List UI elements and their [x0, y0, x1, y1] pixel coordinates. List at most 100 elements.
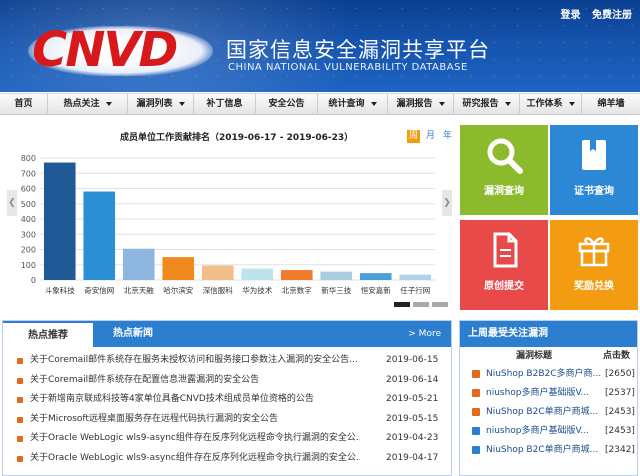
- tab-week[interactable]: 周: [407, 130, 420, 143]
- x-tick-label: 北京天融: [124, 285, 154, 295]
- vuln-title: NiuShop B2C单商户商城...: [486, 445, 599, 455]
- vuln-title: NiuShop B2B2C多商户商...: [486, 369, 602, 379]
- click-count: [2650]: [605, 369, 635, 379]
- chart-title: 成员单位工作贡献排名（2019-06-17 - 2019-06-23）: [120, 133, 354, 143]
- bar[interactable]: [201, 265, 234, 280]
- login-link[interactable]: 登录: [561, 10, 581, 21]
- nav-item-research[interactable]: 研究报告: [454, 94, 520, 115]
- tile-vuln-query[interactable]: 漏洞查询: [460, 125, 548, 215]
- chevron-down-icon: [438, 101, 445, 106]
- list-item[interactable]: 关于Coremail邮件系统存在服务未授权访问和服务接口参数注入漏洞的安全公告.…: [3, 351, 451, 371]
- click-count: [2453]: [605, 407, 635, 417]
- tile-label: 漏洞查询: [484, 186, 524, 197]
- chevron-down-icon: [105, 101, 112, 106]
- list-item[interactable]: 关于Oracle WebLogic wls9-async组件存在反序列化远程命令…: [3, 449, 451, 469]
- period-tabs: 周 月 年: [407, 130, 454, 143]
- bar[interactable]: [399, 274, 432, 280]
- x-tick-label: 恒安嘉新: [361, 285, 391, 295]
- nav-item-patch[interactable]: 补丁信息: [194, 94, 256, 115]
- table-row[interactable]: niushop多商户基础版V... [2453]: [460, 422, 637, 441]
- y-tick-label: 300: [21, 230, 36, 239]
- news-date: 2019-05-21: [386, 394, 439, 404]
- click-count: [2342]: [605, 445, 635, 455]
- bar[interactable]: [320, 271, 353, 280]
- bar[interactable]: [241, 268, 274, 280]
- news-date: 2019-05-15: [386, 413, 439, 424]
- y-tick-label: 500: [21, 200, 36, 209]
- news-list: 关于Coremail邮件系统存在服务未授权访问和服务接口参数注入漏洞的安全公告.…: [3, 351, 451, 468]
- site-title-en: CHINA NATIONAL VULNERABILITY DATABASE: [228, 62, 468, 73]
- news-date: 2019-04-17: [386, 452, 439, 463]
- tab-hot-recommend[interactable]: 热点推荐: [3, 321, 93, 347]
- more-link[interactable]: > More: [408, 321, 441, 347]
- bar[interactable]: [83, 191, 116, 280]
- tile-label: 证书查询: [574, 186, 614, 197]
- news-title: 关于Microsoft远程桌面服务存在远程代码执行漏洞的安全公告: [30, 413, 278, 424]
- bar[interactable]: [359, 273, 392, 280]
- nav-item-stats[interactable]: 统计查询: [318, 94, 388, 115]
- list-item[interactable]: 关于Coremail邮件系统存在配置信息泄露漏洞的安全公告 2019-06-14: [3, 371, 451, 391]
- cnvd-logo[interactable]: CNVD: [32, 24, 178, 76]
- register-link[interactable]: 免费注册: [592, 10, 632, 21]
- table-row[interactable]: NiuShop B2C单商户商城... [2342]: [460, 441, 637, 460]
- nav-item-sheep-wall[interactable]: 绵羊墙: [582, 94, 640, 115]
- list-item[interactable]: 关于Oracle WebLogic wls9-async组件存在反序列化远程命令…: [3, 429, 451, 449]
- bullet-icon: [17, 358, 23, 364]
- vuln-icon: [472, 446, 480, 454]
- nav-label: 漏洞列表: [136, 99, 173, 109]
- y-tick-label: 200: [21, 246, 36, 255]
- x-tick-label: 奇安信网: [84, 285, 114, 295]
- bar[interactable]: [122, 248, 155, 280]
- bullet-icon: [17, 455, 23, 462]
- nav-label: 工作体系: [526, 99, 563, 109]
- table-row[interactable]: NiuShop B2B2C多商户商... [2650]: [460, 365, 637, 384]
- tab-month[interactable]: 月: [424, 130, 437, 143]
- document-icon: [493, 232, 518, 268]
- pager-dot[interactable]: [413, 302, 429, 307]
- vuln-icon: [472, 427, 480, 435]
- tile-original-submit[interactable]: 原创提交: [460, 220, 548, 310]
- y-tick-label: 400: [21, 215, 36, 224]
- pager-dot[interactable]: [432, 302, 448, 307]
- tile-label: 原创提交: [484, 281, 524, 292]
- list-item[interactable]: 关于新增南京联成科技等4家单位具备CNVD技术组成员单位资格的公告 2019-05…: [3, 390, 451, 410]
- vuln-icon: [472, 408, 480, 416]
- nav-item-report-vuln[interactable]: 漏洞报告: [388, 94, 454, 115]
- tab-year[interactable]: 年: [441, 130, 454, 143]
- table-row[interactable]: NiuShop B2C单商户商城... [2453]: [460, 403, 637, 422]
- table-header: 漏洞标题 点击数: [460, 347, 637, 365]
- bar[interactable]: [162, 257, 195, 280]
- news-title: 关于Oracle WebLogic wls9-async组件存在反序列化远程命令…: [30, 433, 360, 443]
- y-tick-label: 800: [21, 154, 36, 163]
- tab-hot-news[interactable]: 热点新闻: [113, 321, 153, 347]
- chevron-down-icon: [178, 101, 185, 106]
- chevron-right-icon[interactable]: ❯: [442, 190, 452, 216]
- tile-cert-query[interactable]: 证书查询: [550, 125, 638, 215]
- quick-tiles: 漏洞查询 证书查询 原创提交 奖励兑换: [460, 125, 638, 310]
- vuln-icon: [472, 370, 480, 378]
- news-title: 关于Coremail邮件系统存在服务未授权访问和服务接口参数注入漏洞的安全公告.…: [30, 355, 358, 365]
- bar[interactable]: [280, 270, 313, 280]
- col-title: 漏洞标题: [516, 351, 553, 361]
- nav-item-home[interactable]: 首页: [0, 94, 48, 115]
- nav-item-system[interactable]: 工作体系: [520, 94, 582, 115]
- bullet-icon: [17, 436, 23, 442]
- weekly-top-vulns-panel: 上周最受关注漏洞 漏洞标题 点击数 NiuShop B2B2C多商户商... [2…: [459, 320, 638, 476]
- pager-dot[interactable]: [394, 302, 410, 307]
- nav-item-vuln-list[interactable]: 漏洞列表: [128, 94, 194, 115]
- x-tick-label: 斗象科技: [45, 285, 75, 295]
- chevron-down-icon: [568, 101, 575, 106]
- tile-label: 奖励兑换: [574, 281, 614, 292]
- nav-item-hot[interactable]: 热点关注: [48, 94, 128, 115]
- nav-label: 漏洞报告: [396, 99, 433, 109]
- table-row[interactable]: niushop多商户基础版V... [2537]: [460, 384, 637, 403]
- site-header: CNVD 国家信息安全漏洞共享平台 CHINA NATIONAL VULNERA…: [0, 0, 640, 92]
- list-item[interactable]: 关于Microsoft远程桌面服务存在远程代码执行漏洞的安全公告 2019-05-…: [3, 410, 451, 430]
- col-clicks: 点击数: [603, 351, 631, 361]
- chevron-left-icon[interactable]: ❮: [7, 190, 17, 216]
- click-count: [2537]: [605, 388, 635, 398]
- nav-item-notice[interactable]: 安全公告: [256, 94, 318, 115]
- nav-label: 热点关注: [63, 99, 100, 109]
- bar[interactable]: [43, 162, 76, 280]
- tile-reward-redeem[interactable]: 奖励兑换: [550, 220, 638, 310]
